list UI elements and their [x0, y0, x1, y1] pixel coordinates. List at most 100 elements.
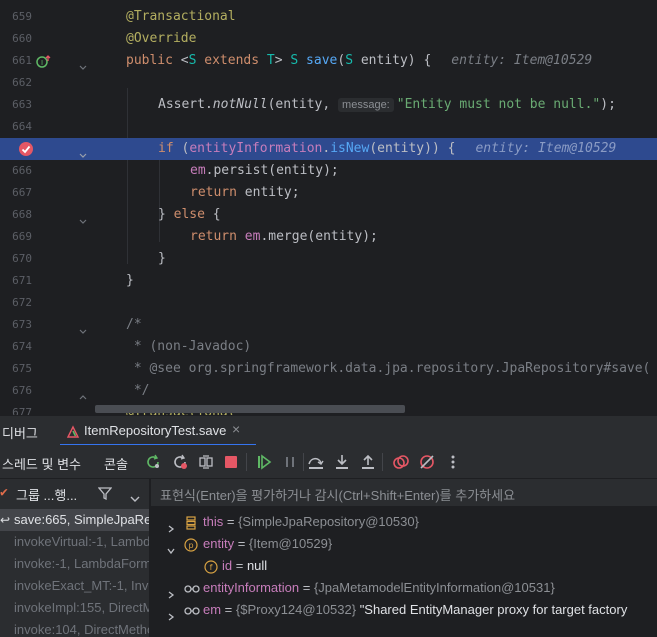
breakpoint-hit-icon[interactable] — [18, 141, 34, 156]
step-into-icon[interactable] — [333, 453, 351, 471]
code-editor[interactable]: 659 @Transactional 660 @Override 661 I p… — [0, 0, 657, 415]
method-name: persist — [213, 163, 269, 178]
stop-icon[interactable] — [222, 453, 240, 471]
fold-toggle-icon[interactable] — [79, 57, 87, 70]
code-line[interactable]: 660 @Override — [0, 28, 657, 50]
line-number: 672 — [12, 296, 32, 309]
code-line[interactable]: 671 } — [0, 270, 657, 292]
view-breakpoints-icon[interactable] — [392, 453, 410, 471]
horizontal-scrollbar[interactable] — [95, 405, 405, 413]
code-line[interactable]: 674 * (non-Javadoc) — [0, 336, 657, 358]
code-line[interactable]: 675 * @see org.springframework.data.jpa.… — [0, 358, 657, 380]
method-name: isNew — [330, 141, 370, 156]
implements-method-icon[interactable]: I — [36, 54, 52, 68]
keyword: else — [173, 207, 205, 222]
chevron-down-icon[interactable] — [130, 488, 140, 507]
filter-icon[interactable] — [97, 485, 113, 504]
variable-row-em[interactable]: em = {$Proxy124@10532} "Shared EntityMan… — [151, 599, 657, 621]
fold-toggle-icon[interactable] — [79, 211, 87, 224]
variable-name: entityInformation — [203, 580, 300, 595]
fold-toggle-icon[interactable] — [79, 387, 87, 400]
debug-session-tab[interactable]: ItemRepositoryTest.save × — [60, 416, 256, 446]
resume-program-icon[interactable] — [255, 453, 273, 471]
stack-frame[interactable]: invokeImpl:155, DirectMethodHandle — [0, 597, 149, 619]
expand-arrow-icon[interactable] — [167, 606, 175, 621]
line-number: 671 — [12, 274, 32, 287]
hotswap-icon[interactable] — [197, 453, 215, 471]
stack-frame[interactable]: invoke:-1, LambdaForm — [0, 553, 150, 575]
annotation: @Transactional — [126, 9, 236, 24]
variables-panel: 표현식(Enter)을 평가하거나 감시(Ctrl+Shift+Enter)를 … — [151, 479, 657, 637]
inline-debug-value: entity: Item@10529 — [451, 53, 593, 68]
pause-program-icon[interactable] — [281, 453, 299, 471]
code-line[interactable]: 659 @Transactional — [0, 6, 657, 28]
thread-group-dropdown[interactable]: 그룹 ...행... — [16, 485, 77, 504]
code-line[interactable]: 672 — [0, 292, 657, 314]
code-line[interactable]: 669 return em.merge(entity); — [0, 226, 657, 248]
tab-console[interactable]: 콘솔 — [104, 454, 128, 473]
comment: */ — [126, 383, 150, 398]
variable-row-this[interactable]: this = {SimpleJpaRepository@10530} — [151, 511, 657, 533]
code-line[interactable]: 667 return entity; — [0, 182, 657, 204]
code-line[interactable]: 670 } — [0, 248, 657, 270]
evaluate-expression-field[interactable]: 표현식(Enter)을 평가하거나 감시(Ctrl+Shift+Enter)를 … — [151, 479, 657, 507]
code-token: < — [172, 53, 189, 68]
code-token: Assert. — [158, 97, 213, 112]
line-number: 660 — [12, 32, 32, 45]
code-line[interactable]: 662 — [0, 72, 657, 94]
code-line[interactable]: 666 em.persist(entity); — [0, 160, 657, 182]
mute-breakpoints-icon[interactable] — [418, 453, 436, 471]
line-number: 675 — [12, 362, 32, 375]
step-out-icon[interactable] — [359, 453, 377, 471]
expand-arrow-icon[interactable] — [167, 584, 175, 599]
tab-threads-variables[interactable]: 스레드 및 변수 — [2, 454, 81, 483]
variable-name: entity — [203, 536, 235, 551]
variable-equals: = — [232, 558, 247, 573]
close-tab-icon[interactable]: × — [232, 421, 240, 437]
code-line[interactable]: 668 } else { — [0, 204, 657, 226]
line-number: 677 — [12, 406, 32, 415]
stack-frame-label: save:665, SimpleJpaRepository — [14, 512, 150, 527]
type-param: T — [266, 53, 275, 68]
collapse-arrow-icon[interactable] — [167, 540, 175, 555]
variable-value: "Shared EntityManager proxy for target f… — [356, 602, 628, 617]
line-number: 667 — [12, 186, 32, 199]
more-options-icon[interactable] — [444, 453, 462, 471]
code-line[interactable]: 673 /* — [0, 314, 657, 336]
variable-row-entityinformation[interactable]: entityInformation = {JpaMetamodelEntityI… — [151, 577, 657, 599]
fold-toggle-icon[interactable] — [79, 145, 87, 158]
type-param: S — [345, 53, 354, 68]
toolbar-separator — [382, 453, 383, 471]
stack-frame-current[interactable]: ↩save:665, SimpleJpaRepository — [0, 509, 150, 531]
debug-toolbar: 스레드 및 변수 콘솔 — [0, 445, 657, 483]
comment: * (non-Javadoc) — [126, 339, 252, 354]
parameter-hint: message: — [338, 98, 394, 112]
line-number: 664 — [12, 120, 32, 133]
rerun-failed-tests-icon[interactable] — [171, 453, 189, 471]
code-line[interactable]: 676 */ — [0, 380, 657, 402]
variable-row-entity[interactable]: p entity = {Item@10529} — [151, 533, 657, 555]
watch-glasses-icon — [184, 603, 200, 617]
variable-row-id[interactable]: f id = null — [151, 555, 657, 577]
stack-frame[interactable]: invoke:104, DirectMethodHandle — [0, 619, 149, 637]
rerun-icon[interactable] — [144, 453, 162, 471]
stack-frame-label: invokeExact_MT:-1, Invokers — [14, 578, 149, 593]
code-line[interactable]: 664 — [0, 116, 657, 138]
current-execution-line[interactable]: if (entityInformation.isNew(entity)) {en… — [0, 138, 657, 160]
code-token: ); — [600, 97, 616, 112]
code-line[interactable]: 661 I public <S extends T> S save(S enti… — [0, 50, 657, 72]
frames-panel: ✔ 그룹 ...행... ↩save:665, SimpleJpaReposit… — [0, 479, 150, 637]
keyword: extends — [196, 53, 267, 68]
fold-toggle-icon[interactable] — [79, 321, 87, 334]
step-over-icon[interactable] — [307, 453, 325, 471]
stack-frame[interactable]: invokeExact_MT:-1, Invokers — [0, 575, 149, 597]
stack-frame-label: invokeVirtual:-1, LambdaForm — [14, 534, 150, 549]
stack-frame[interactable]: invokeVirtual:-1, LambdaForm — [0, 531, 150, 553]
stack-frame-label: invoke:-1, LambdaForm — [14, 556, 150, 571]
expand-arrow-icon[interactable] — [167, 518, 175, 533]
code-line[interactable]: 663 Assert.notNull(entity, message: "Enti… — [0, 94, 657, 116]
inline-debug-value: entity: Item@10529 — [475, 141, 617, 156]
line-number: 662 — [12, 76, 32, 89]
variable-name: this — [203, 514, 224, 529]
code-token: (entity)) { — [369, 141, 456, 156]
